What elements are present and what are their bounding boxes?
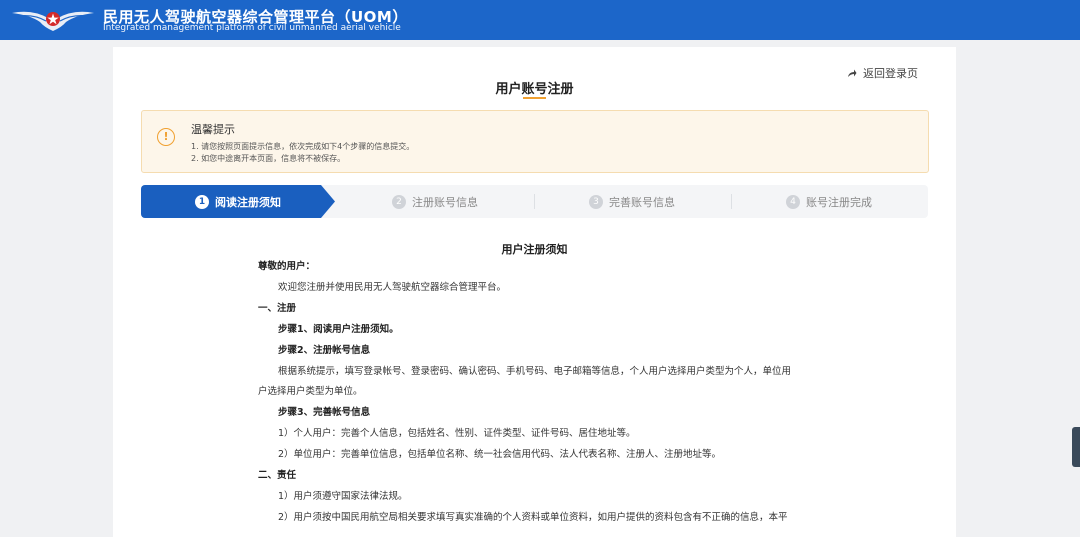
agreement-paragraph: 2）单位用户：完善单位信息，包括单位名称、统一社会信用代码、法人代表名称、注册人… <box>278 449 722 460</box>
agreement-paragraph: 1）用户须遵守国家法律法规。 <box>278 491 408 502</box>
notice-box: ! 温馨提示 1. 请您按照页面提示信息，依次完成如下4个步骤的信息提交。 2.… <box>141 110 929 173</box>
platform-subtitle: Integrated management platform of civil … <box>103 23 401 33</box>
step-divider <box>534 194 535 209</box>
registration-card: 返回登录页 用户账号注册 ! 温馨提示 1. 请您按照页面提示信息，依次完成如下… <box>113 47 956 537</box>
notice-line-2: 2. 如您中途离开本页面，信息将不被保存。 <box>191 154 346 163</box>
agreement-paragraph: 步骤2、注册帐号信息 <box>278 345 371 356</box>
step-divider <box>731 194 732 209</box>
agreement-paragraph: 二、责任 <box>258 470 297 481</box>
step-1: 1 阅读注册须知 <box>195 185 281 218</box>
step-2-number: 2 <box>392 194 406 209</box>
step-4-number: 4 <box>786 194 800 209</box>
side-float-widget[interactable] <box>1072 427 1080 467</box>
agreement-paragraph: 步骤1、阅读用户注册须知。 <box>278 324 399 335</box>
step-3-label: 完善账号信息 <box>609 195 675 209</box>
agreement-paragraph: 户选择用户类型为单位。 <box>258 386 363 397</box>
step-3: 3 完善账号信息 <box>589 185 675 218</box>
agreement-paragraph: 1）个人用户：完善个人信息，包括姓名、性别、证件类型、证件号码、居住地址等。 <box>278 428 636 439</box>
notice-title: 温馨提示 <box>191 123 235 136</box>
agreement-paragraph: 根据系统提示，填写登录帐号、登录密码、确认密码、手机号码、电子邮箱等信息，个人用… <box>278 366 792 377</box>
step-1-label: 阅读注册须知 <box>215 195 281 209</box>
agreement-paragraph: 欢迎您注册并使用民用无人驾驶航空器综合管理平台。 <box>278 282 507 293</box>
agreement-paragraph: 步骤3、完善帐号信息 <box>278 407 371 418</box>
step-progress: 1 阅读注册须知 2 注册账号信息 3 完善账号信息 4 账号注册完成 <box>141 185 928 218</box>
caac-wings-logo-icon <box>12 11 94 32</box>
agreement-paragraph: 2）用户须按中国民用航空局相关要求填写真实准确的个人资料或单位资料，如用户提供的… <box>278 512 788 523</box>
agreement-paragraph: 尊敬的用户： <box>258 261 316 272</box>
step-3-number: 3 <box>589 194 603 209</box>
agreement-paragraph: 一、注册 <box>258 303 297 314</box>
notice-line-1: 1. 请您按照页面提示信息，依次完成如下4个步骤的信息提交。 <box>191 142 415 151</box>
title-underline <box>523 97 546 99</box>
step-4: 4 账号注册完成 <box>786 185 872 218</box>
step-2: 2 注册账号信息 <box>392 185 478 218</box>
step-1-number: 1 <box>195 194 209 209</box>
page-title: 用户账号注册 <box>495 82 574 97</box>
step-2-label: 注册账号信息 <box>412 195 478 209</box>
header-bar: 民用无人驾驶航空器综合管理平台（UOM） Integrated manageme… <box>0 0 1080 40</box>
agreement-title: 用户注册须知 <box>501 243 568 256</box>
share-arrow-icon <box>848 69 857 77</box>
step-4-label: 账号注册完成 <box>806 195 872 209</box>
warning-circle-icon: ! <box>157 128 175 146</box>
